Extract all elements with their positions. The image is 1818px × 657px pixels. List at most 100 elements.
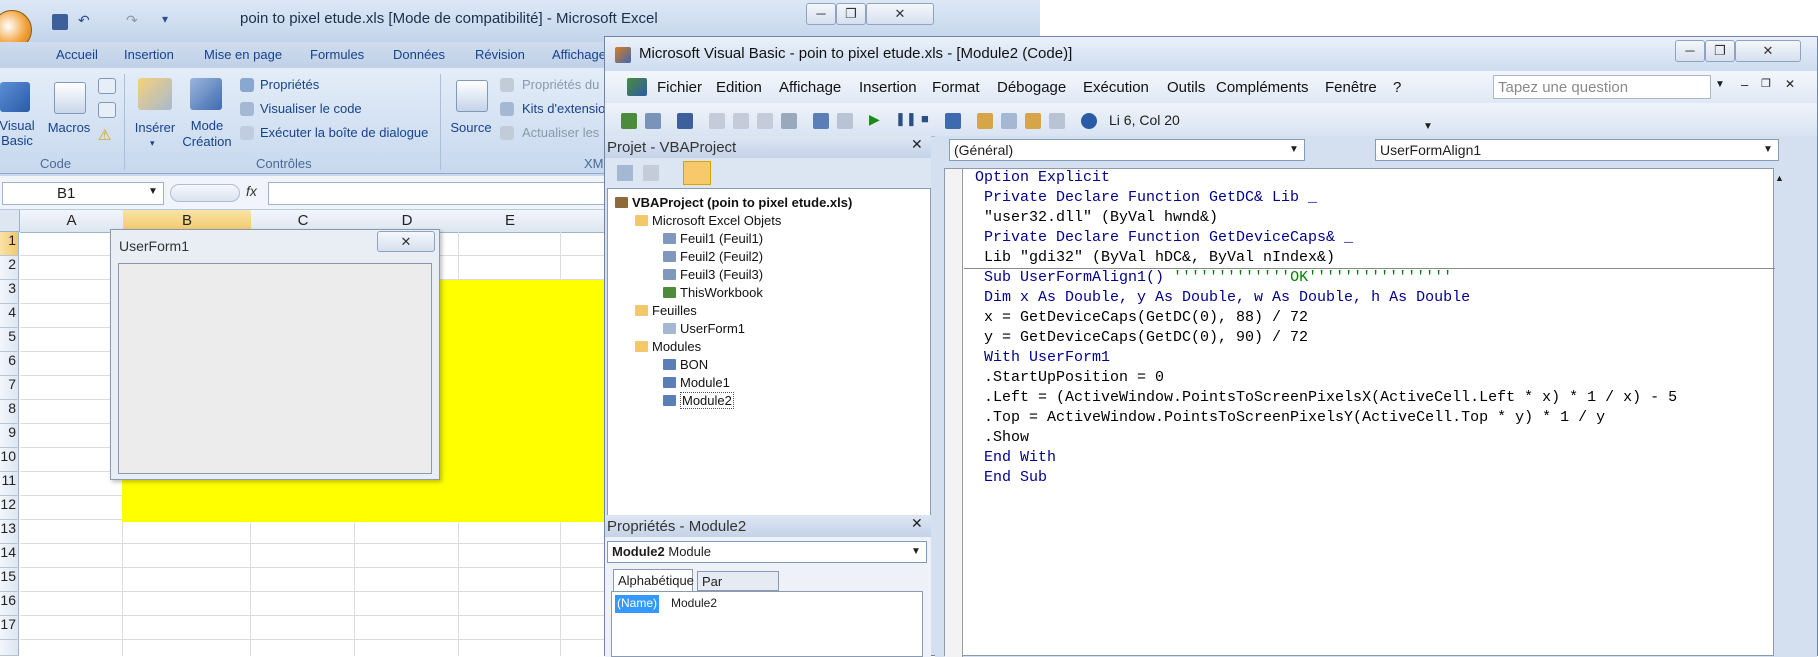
row-header-16[interactable]: 16 (0, 592, 19, 616)
vbe-minimize-button[interactable]: ─ (1675, 40, 1705, 62)
cut-icon[interactable] (709, 113, 725, 129)
view-code-button[interactable]: Visualiser le code (260, 101, 362, 116)
excel-close-button[interactable]: ✕ (866, 3, 934, 25)
excel-maximize-button[interactable]: ❐ (836, 3, 866, 25)
redo-icon[interactable]: ↷ (126, 12, 138, 29)
run-icon[interactable]: ▶ (869, 111, 880, 128)
property-name-value[interactable]: Module2 (671, 596, 717, 610)
run-dialog-icon[interactable] (240, 126, 254, 140)
visual-basic-icon[interactable] (0, 82, 30, 112)
userform-window[interactable]: UserForm1 ✕ (110, 229, 440, 480)
expansion-packs-icon[interactable] (500, 102, 514, 116)
view-object-icon[interactable] (643, 165, 659, 181)
menu-help[interactable]: ? (1393, 79, 1401, 96)
tree-node-userform1[interactable]: UserForm1 (663, 321, 745, 336)
chevron-down-icon[interactable]: ▼ (1715, 79, 1725, 90)
row-header-7[interactable]: 7 (0, 376, 19, 400)
undo-icon[interactable] (813, 113, 829, 129)
insert-control-icon[interactable] (138, 78, 172, 110)
tree-node-feuil3[interactable]: Feuil3 (Feuil3) (663, 267, 763, 282)
tab-donnees[interactable]: Données (393, 47, 445, 62)
refresh-data-button[interactable]: Actualiser les (522, 125, 599, 140)
chevron-down-icon[interactable]: ▼ (1423, 121, 1433, 132)
column-header-a[interactable]: A (20, 210, 124, 233)
menu-affichage[interactable]: Affichage (779, 79, 841, 96)
scroll-up-icon[interactable]: ▲ (1775, 173, 1784, 183)
design-mode-button[interactable]: Mode Création (182, 118, 232, 150)
tree-node-module1[interactable]: Module1 (663, 375, 730, 390)
select-all-corner[interactable] (0, 210, 20, 232)
properties-window-icon[interactable] (1001, 113, 1017, 129)
reset-icon[interactable]: ■ (921, 111, 929, 126)
tree-node-module2[interactable]: Module2 (663, 392, 734, 409)
object-combo[interactable]: (Général) ▼ (949, 139, 1305, 161)
break-icon[interactable]: ❚❚ (895, 111, 917, 127)
row-header-18[interactable] (0, 640, 19, 656)
row-header-17[interactable]: 17 (0, 616, 19, 640)
qat-customize-icon[interactable]: ▾ (162, 12, 168, 26)
object-browser-icon[interactable] (1025, 113, 1041, 129)
copy-icon[interactable] (733, 113, 749, 129)
row-header-9[interactable]: 9 (0, 424, 19, 448)
procedure-combo[interactable]: UserFormAlign1 ▼ (1375, 139, 1779, 161)
design-mode-icon[interactable] (190, 78, 222, 110)
excel-minimize-button[interactable]: ─ (806, 3, 836, 25)
userform-close-button[interactable]: ✕ (377, 231, 435, 252)
row-header-6[interactable]: 6 (0, 352, 19, 376)
expansion-packs-button[interactable]: Kits d'extensio (522, 101, 605, 116)
view-code-icon[interactable] (617, 165, 633, 181)
chevron-down-icon[interactable]: ▼ (148, 186, 158, 197)
name-box[interactable]: B1 (2, 182, 164, 205)
project-explorer-icon[interactable] (977, 113, 993, 129)
code-editor[interactable]: ▲ Option Explicit Private Declare Functi… (944, 168, 1784, 657)
column-header-e[interactable]: E (459, 210, 562, 233)
refresh-data-icon[interactable] (500, 126, 514, 140)
xml-source-icon[interactable] (456, 80, 488, 112)
tree-node-thisworkbook[interactable]: ThisWorkbook (663, 285, 763, 300)
xml-source-button[interactable]: Source (444, 120, 498, 135)
chevron-down-icon[interactable]: ▼ (1286, 142, 1302, 158)
tab-revision[interactable]: Révision (475, 47, 525, 62)
design-mode-icon[interactable] (945, 113, 961, 129)
project-pane-close-button[interactable]: ✕ (911, 136, 923, 153)
macro-security-icon[interactable]: ⚠ (98, 126, 111, 144)
row-header-5[interactable]: 5 (0, 328, 19, 352)
find-icon[interactable] (781, 113, 797, 129)
menu-debogage[interactable]: Débogage (997, 79, 1066, 96)
vbe-maximize-button[interactable]: ❐ (1705, 40, 1735, 62)
chevron-down-icon[interactable]: ▼ (908, 544, 924, 560)
properties-icon[interactable] (240, 78, 254, 92)
menu-outils[interactable]: Outils (1167, 79, 1205, 96)
tree-node-root[interactable]: VBAProject (poin to pixel etude.xls) (615, 195, 852, 210)
properties-pane-close-button[interactable]: ✕ (911, 515, 923, 532)
fx-icon[interactable]: fx (246, 183, 257, 199)
row-header-15[interactable]: 15 (0, 568, 19, 592)
userform-client-area[interactable] (118, 263, 432, 474)
tab-mise-en-page[interactable]: Mise en page (204, 47, 282, 62)
tree-node-feuil1[interactable]: Feuil1 (Feuil1) (663, 231, 763, 246)
chevron-down-icon[interactable]: ▾ (150, 138, 155, 149)
menu-edition[interactable]: Edition (716, 79, 762, 96)
paste-icon[interactable] (757, 113, 773, 129)
menu-execution[interactable]: Exécution (1083, 79, 1149, 96)
insert-control-button[interactable]: Insérer (132, 120, 178, 135)
mdi-restore-button[interactable]: ❐ (1761, 77, 1771, 90)
row-header-14[interactable]: 14 (0, 544, 19, 568)
menu-fenetre[interactable]: Fenêtre (1325, 79, 1377, 96)
visual-basic-button[interactable]: Visual Basic (0, 118, 36, 148)
macros-button[interactable]: Macros (44, 120, 94, 135)
menu-fichier[interactable]: Fichier (657, 79, 702, 96)
row-header-10[interactable]: 10 (0, 448, 19, 472)
undo-icon[interactable]: ↶ (78, 12, 90, 29)
formula-bar-splitter[interactable] (170, 184, 240, 202)
row-header-8[interactable]: 8 (0, 400, 19, 424)
tab-insertion[interactable]: Insertion (124, 47, 174, 62)
save-icon[interactable] (52, 14, 68, 30)
menu-complements[interactable]: Compléments (1216, 79, 1309, 96)
row-header-4[interactable]: 4 (0, 304, 19, 328)
tree-node-feuil2[interactable]: Feuil2 (Feuil2) (663, 249, 763, 264)
row-header-1[interactable]: 1 (0, 232, 19, 256)
tree-node-excel-objects[interactable]: Microsoft Excel Objets (635, 213, 781, 228)
properties-object-combo[interactable]: Module2 Module ▼ (607, 541, 927, 563)
record-macro-icon[interactable] (98, 78, 116, 94)
